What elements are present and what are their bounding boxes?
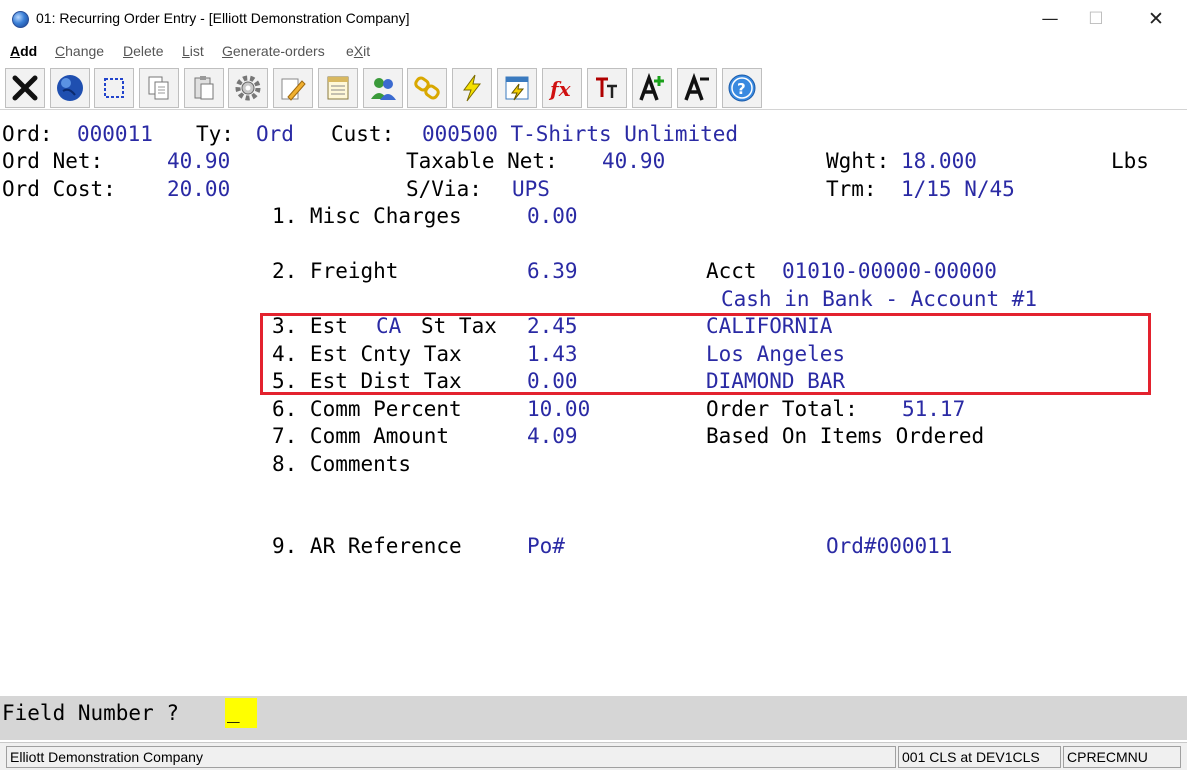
menu-generate-label: enerate-orders	[232, 43, 325, 59]
order-form: Ord: 000011 Ty: Ord Cust: 000500 T-Shirt…	[0, 112, 1187, 696]
svia-value: UPS	[512, 177, 550, 201]
ord-net-value: 40.90	[167, 149, 231, 173]
menu-add-label: dd	[20, 43, 38, 59]
wght-unit: Lbs	[1111, 149, 1149, 173]
menu-list-hotkey: L	[182, 43, 190, 59]
ty-label: Ty:	[196, 122, 234, 146]
edit-pencil-icon[interactable]	[273, 68, 313, 108]
menu-exit[interactable]: eXit	[346, 43, 370, 59]
field-2-value[interactable]: 6.39	[527, 258, 578, 284]
fx-icon[interactable]: fx	[542, 68, 582, 108]
toolbar: fx ?	[0, 66, 1187, 110]
field-7-label: 7. Comm Amount	[272, 424, 450, 448]
menu-delete[interactable]: Delete	[123, 43, 163, 59]
acct-description: Cash in Bank - Account #1	[721, 287, 1038, 311]
title-bar: 01: Recurring Order Entry - [Elliott Dem…	[0, 0, 1187, 38]
menu-list-label: ist	[189, 43, 204, 59]
menu-bar: Add Change Delete List Generate-orders e…	[0, 40, 1187, 64]
maximize-button[interactable]: ☐	[1073, 0, 1119, 38]
cust-value: 000500 T-Shirts Unlimited	[422, 122, 739, 146]
wght-value: 18.000	[901, 149, 977, 173]
status-session: 001 CLS at DEV1CLS	[898, 746, 1061, 768]
paste-icon[interactable]	[184, 68, 224, 108]
ord-cost-value: 20.00	[167, 177, 231, 201]
field-1-value[interactable]: 0.00	[527, 203, 578, 229]
menu-delete-label: elete	[133, 43, 164, 59]
svg-text:?: ?	[737, 80, 746, 98]
status-company: Elliott Demonstration Company	[6, 746, 896, 768]
calculator-icon[interactable]	[497, 68, 537, 108]
close-window-button[interactable]: ✕	[1133, 0, 1179, 38]
wght-label: Wght:	[826, 149, 890, 173]
status-bar: Elliott Demonstration Company 001 CLS at…	[0, 742, 1187, 770]
menu-change-hotkey: C	[55, 43, 66, 59]
prompt-bar: Field Number ? _	[0, 696, 1187, 740]
ty-value: Ord	[256, 122, 294, 146]
ord-value: 000011	[77, 122, 153, 146]
field-9-value[interactable]: Po#	[527, 533, 565, 559]
taxable-net-value: 40.90	[602, 149, 666, 173]
menu-exit-hotkey: X	[353, 43, 364, 59]
status-menu-code: CPRECMNU	[1063, 746, 1181, 768]
help-icon[interactable]: ?	[722, 68, 762, 108]
tax-fields-highlight	[260, 313, 1151, 395]
menu-change-label: hange	[65, 43, 105, 59]
order-total-value: 51.17	[902, 397, 966, 421]
ord-label: Ord:	[2, 122, 53, 146]
svia-label: S/Via:	[406, 177, 482, 201]
menu-delete-hotkey: D	[123, 43, 134, 59]
ord-net-label: Ord Net:	[2, 149, 104, 173]
app-globe-icon[interactable]	[12, 11, 29, 28]
font-increase-icon[interactable]	[632, 68, 672, 108]
menu-generate-orders[interactable]: Generate-orders	[222, 43, 325, 59]
field-8-label: 8. Comments	[272, 452, 412, 476]
trm-value: 1/15 N/45	[901, 177, 1015, 201]
fx-glyph: fx	[548, 77, 572, 101]
cust-label: Cust:	[331, 122, 395, 146]
gear-icon[interactable]	[228, 68, 268, 108]
field-9-label: 9. AR Reference	[272, 534, 462, 558]
field-6-value[interactable]: 10.00	[527, 396, 590, 422]
users-icon[interactable]	[363, 68, 403, 108]
field-number-input[interactable]: _	[225, 698, 257, 728]
menu-add-hotkey: A	[10, 43, 21, 59]
field-2-label: 2. Freight	[272, 259, 399, 283]
menu-list[interactable]: List	[182, 43, 204, 59]
menu-add[interactable]: Add	[10, 43, 37, 59]
trm-label: Trm:	[826, 177, 877, 201]
field-number-prompt: Field Number ?	[2, 701, 180, 725]
text-size-icon[interactable]	[587, 68, 627, 108]
lightning-icon[interactable]	[452, 68, 492, 108]
menu-change[interactable]: Change	[55, 43, 104, 59]
taxable-net-label: Taxable Net:	[406, 149, 558, 173]
copy-icon[interactable]	[139, 68, 179, 108]
globe-icon[interactable]	[50, 68, 90, 108]
field-6-label: 6. Comm Percent	[272, 397, 462, 421]
menu-exit-label: it	[363, 43, 371, 59]
field-9-order-ref: Ord#000011	[826, 534, 953, 558]
window-title: 01: Recurring Order Entry - [Elliott Dem…	[36, 10, 410, 26]
font-decrease-icon[interactable]	[677, 68, 717, 108]
field-7-value[interactable]: 4.09	[527, 423, 578, 449]
notepad-icon[interactable]	[318, 68, 358, 108]
commission-basis: Based On Items Ordered	[706, 424, 985, 448]
acct-value: 01010-00000-00000	[782, 259, 997, 283]
order-total-label: Order Total:	[706, 397, 858, 421]
minimize-button[interactable]: —	[1027, 0, 1073, 38]
ord-cost-label: Ord Cost:	[2, 177, 116, 201]
menu-generate-hotkey: G	[222, 43, 233, 59]
link-icon[interactable]	[407, 68, 447, 108]
field-1-label: 1. Misc Charges	[272, 204, 462, 228]
acct-label: Acct	[706, 259, 757, 283]
close-x-icon[interactable]	[5, 68, 45, 108]
menu-exit-pre: e	[346, 43, 354, 59]
select-rect-icon[interactable]	[94, 68, 134, 108]
